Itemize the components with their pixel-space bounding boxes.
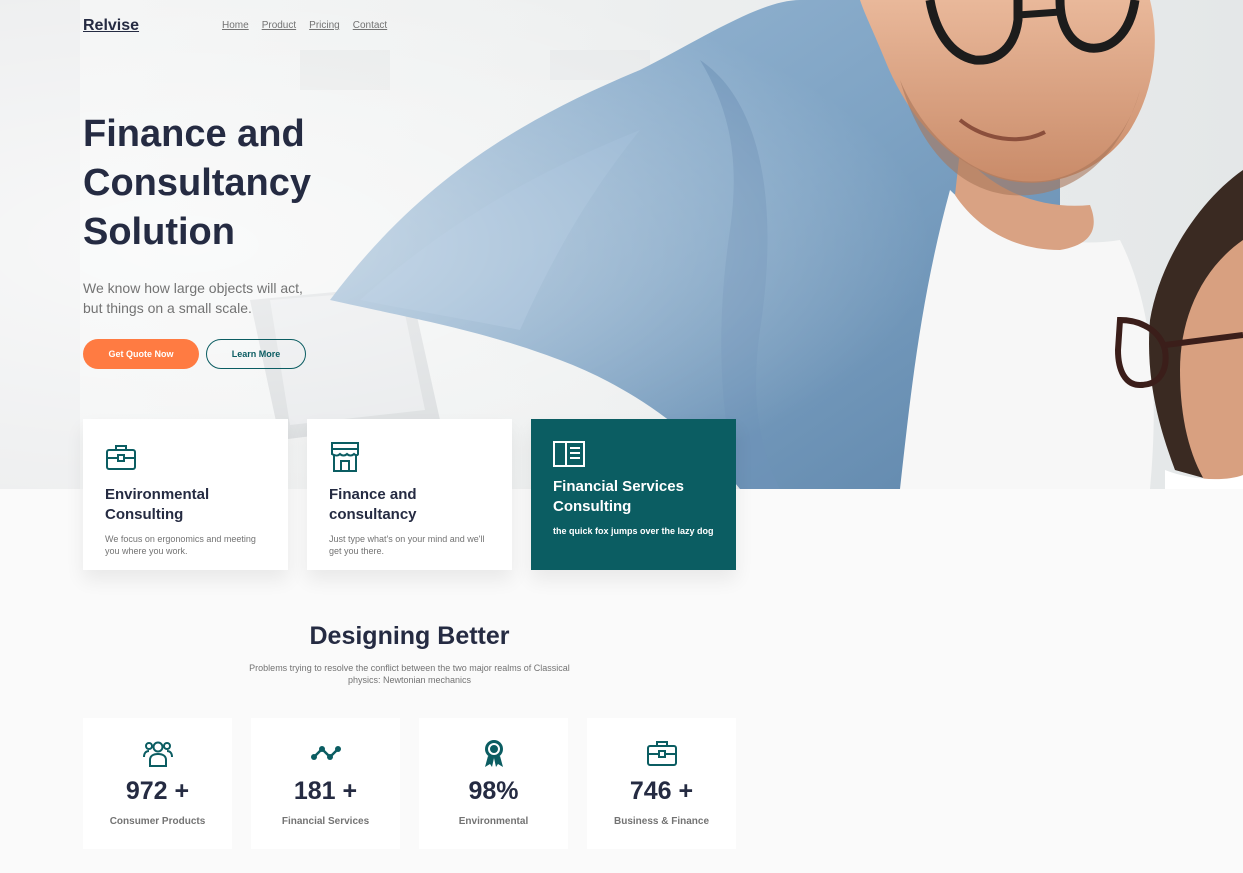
hero-title: Finance and Consultancy Solution — [83, 113, 312, 253]
stat-label: Environmental — [458, 816, 529, 827]
stat-value: 972 + — [125, 777, 190, 805]
stat-label: Consumer Products — [109, 816, 206, 827]
learn-more-button[interactable]: Learn More — [206, 339, 306, 369]
card-text: We focus on ergonomics and meeting you w… — [105, 534, 256, 556]
briefcase-icon — [646, 741, 677, 766]
stat-value: 746 + — [629, 777, 694, 805]
stat-card: 181 + Financial Services — [251, 718, 400, 849]
card-text: the quick fox jumps over the lazy dog — [553, 526, 714, 536]
card-title: Environmental Consulting — [105, 486, 210, 523]
get-quote-button[interactable]: Get Quote Now — [83, 339, 199, 369]
stat-label: Business & Finance — [613, 816, 710, 827]
stat-card: 746 + Business & Finance — [587, 718, 736, 849]
hero-section: Relvise Home Product Pricing Contact Fin… — [0, 0, 1243, 489]
book-open-icon — [553, 441, 585, 467]
stat-value: 181 + — [293, 777, 358, 805]
hero-subtitle: We know how large objects will act, but … — [83, 280, 303, 316]
stat-card: 98% Environmental — [419, 718, 568, 849]
store-icon — [331, 442, 359, 472]
brand-logo[interactable]: Relvise — [83, 17, 139, 35]
service-card-finance[interactable]: Finance and consultancy Just type what's… — [307, 419, 512, 570]
nav-link-pricing[interactable]: Pricing — [309, 20, 340, 31]
service-card-environmental[interactable]: Environmental Consulting We focus on erg… — [83, 419, 288, 570]
section-title: Designing Better — [309, 622, 510, 650]
stat-label: Financial Services — [281, 816, 370, 827]
trend-icon — [310, 746, 341, 760]
briefcase-icon — [106, 445, 136, 470]
stat-card: 972 + Consumer Products — [83, 718, 232, 849]
nav-link-home[interactable]: Home — [222, 20, 249, 31]
nav-links: Home Product Pricing Contact — [222, 20, 387, 31]
section-subtitle: Problems trying to resolve the conflict … — [249, 663, 570, 685]
card-text: Just type what's on your mind and we'll … — [329, 534, 485, 556]
nav-link-contact[interactable]: Contact — [353, 20, 387, 31]
users-icon — [142, 741, 173, 767]
card-title: Finance and consultancy — [329, 486, 417, 523]
nav-link-product[interactable]: Product — [262, 20, 296, 31]
card-title: Financial Services Consulting — [553, 478, 684, 515]
award-icon — [484, 740, 503, 767]
service-card-financial-services[interactable]: Financial Services Consulting the quick … — [531, 419, 736, 570]
stat-value: 98% — [468, 777, 519, 805]
